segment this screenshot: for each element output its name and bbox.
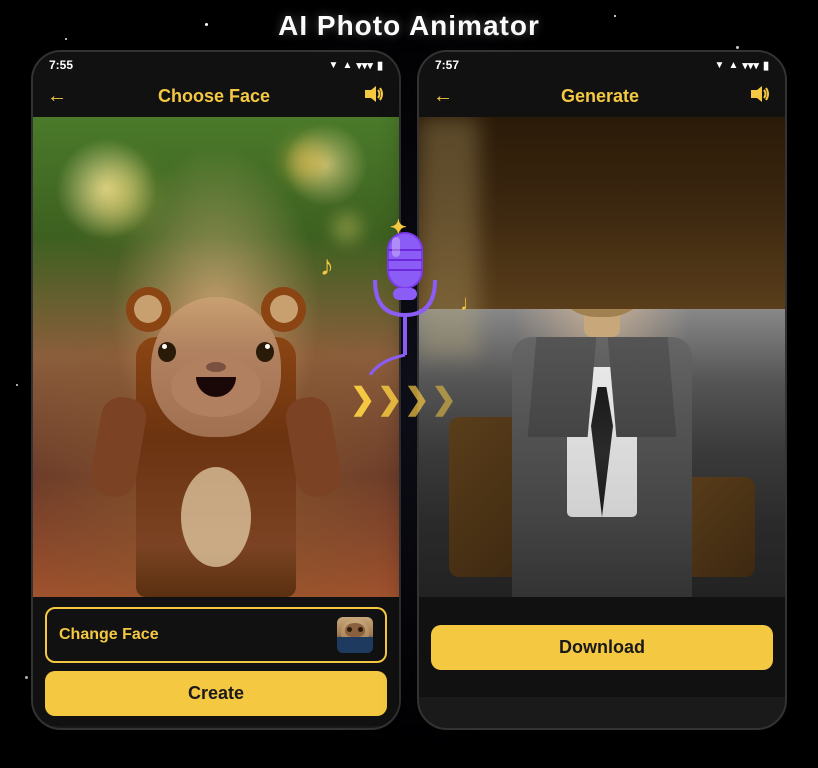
right-phone-bottom: Download <box>419 597 785 697</box>
create-button[interactable]: Create <box>45 671 387 716</box>
left-status-bar: 7:55 ▼ ▲ ▾▾▾ ▮ <box>33 52 399 76</box>
left-status-icons: ▼ ▲ ▾▾▾ ▮ <box>329 59 383 72</box>
left-time: 7:55 <box>49 58 73 72</box>
signal-down-icon: ▼ <box>329 60 339 71</box>
change-face-button[interactable]: Change Face <box>45 607 387 663</box>
right-status-icons: ▼ ▲ ▾▾▾ ▮ <box>715 59 769 72</box>
signal-up-icon: ▲ <box>342 60 352 71</box>
change-face-label: Change Face <box>59 626 159 644</box>
right-time: 7:57 <box>435 58 459 72</box>
right-sound-button[interactable] <box>747 84 771 109</box>
right-signal-up-icon: ▲ <box>728 60 738 71</box>
left-back-button[interactable]: ← <box>47 85 67 108</box>
right-phone: 7:57 ▼ ▲ ▾▾▾ ▮ ← Generate <box>417 50 787 730</box>
battery-icon: ▮ <box>377 59 383 72</box>
left-nav-bar: ← Choose Face <box>33 76 399 117</box>
wifi-icon: ▾▾▾ <box>356 59 373 72</box>
left-phone: 7:55 ▼ ▲ ▾▾▾ ▮ ← Choose Face <box>31 50 401 730</box>
right-nav-bar: ← Generate <box>419 76 785 117</box>
right-back-button[interactable]: ← <box>433 85 453 108</box>
download-button[interactable]: Download <box>431 625 773 670</box>
right-battery-icon: ▮ <box>763 59 769 72</box>
right-nav-title: Generate <box>561 86 639 107</box>
left-phone-bottom: Change Face Create <box>33 597 399 726</box>
right-photo-image <box>419 117 785 597</box>
left-photo-image <box>33 117 399 597</box>
left-nav-title: Choose Face <box>158 86 270 107</box>
face-avatar <box>337 617 373 653</box>
right-wifi-icon: ▾▾▾ <box>742 59 759 72</box>
left-sound-button[interactable] <box>361 84 385 109</box>
right-signal-down-icon: ▼ <box>715 60 725 71</box>
right-status-bar: 7:57 ▼ ▲ ▾▾▾ ▮ <box>419 52 785 76</box>
app-title: AI Photo Animator <box>278 10 540 42</box>
right-photo-area <box>419 117 785 597</box>
left-photo-area <box>33 117 399 597</box>
